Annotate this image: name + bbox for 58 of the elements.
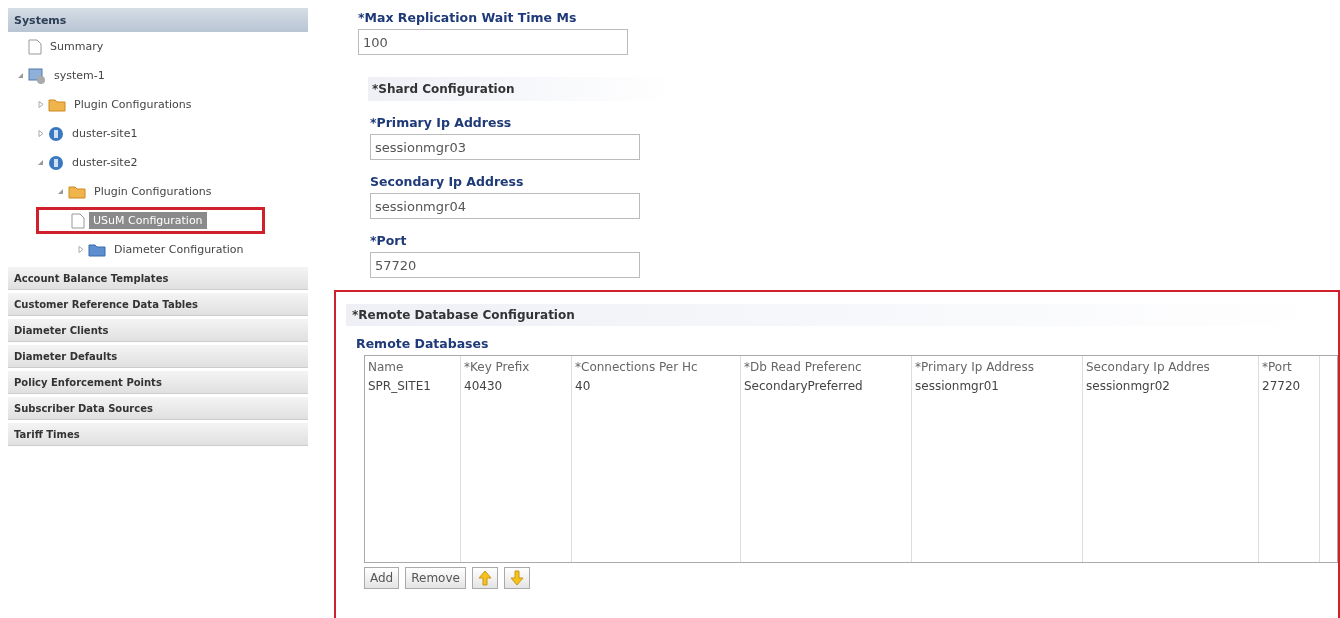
column-header[interactable]: Name <box>365 356 460 375</box>
column-header[interactable]: *Primary Ip Address <box>912 356 1082 375</box>
accordion-header[interactable]: Account Balance Templates <box>8 267 308 290</box>
accordion-header[interactable]: Systems <box>8 8 308 32</box>
expanded-arrow-icon[interactable] <box>38 159 44 166</box>
up-arrow-icon <box>477 570 492 586</box>
input-field[interactable]: sessionmgr03 <box>370 134 640 160</box>
accordion-header[interactable]: Policy Enforcement Points <box>8 371 308 394</box>
accordion-header[interactable]: Diameter Defaults <box>8 345 308 368</box>
input-field[interactable]: 57720 <box>370 252 640 278</box>
tree-item[interactable]: Summary <box>46 38 108 55</box>
cylinder-icon <box>48 154 64 171</box>
accordion-header[interactable]: Diameter Clients <box>8 319 308 342</box>
column-header[interactable]: *Port <box>1259 356 1319 375</box>
input-field[interactable]: sessionmgr04 <box>370 193 640 219</box>
table-cell-text: 40430 <box>463 378 504 394</box>
tree-item[interactable]: duster-site1 <box>68 125 142 142</box>
table-title: Remote Databases <box>356 336 490 351</box>
tree-item[interactable]: Plugin Configurations <box>70 96 196 113</box>
field-label: *Port <box>370 233 408 248</box>
column-header[interactable]: *Connections Per Hc <box>572 356 740 375</box>
folder-icon <box>88 242 106 257</box>
column-header[interactable]: *Key Prefix <box>461 356 571 375</box>
cylinder-icon <box>48 125 64 142</box>
expanded-arrow-icon[interactable] <box>18 72 24 79</box>
action-button[interactable]: Add <box>364 567 400 589</box>
collapsed-arrow-icon[interactable] <box>38 130 44 137</box>
table-cell-text: sessionmgr01 <box>914 378 1000 394</box>
column-header[interactable]: *Db Read Preferenc <box>741 356 911 375</box>
computer-icon <box>28 67 46 84</box>
accordion-header[interactable]: Customer Reference Data Tables <box>8 293 308 316</box>
collapsed-arrow-icon[interactable] <box>78 246 84 253</box>
accordion-header[interactable]: Tariff Times <box>8 423 308 446</box>
tree-item[interactable]: Diameter Configuration <box>110 241 248 258</box>
action-button[interactable]: Remove <box>405 567 466 589</box>
table-cell-text: SPR_SITE1 <box>367 378 432 394</box>
tree-item[interactable]: duster-site2 <box>68 154 142 171</box>
field-label: Secondary Ip Address <box>370 174 525 189</box>
folder-icon <box>68 184 86 199</box>
input-field[interactable]: 100 <box>358 29 628 55</box>
accordion-header[interactable]: Subscriber Data Sources <box>8 397 308 420</box>
document-icon <box>28 38 42 55</box>
column-header[interactable]: Secondary Ip Addres <box>1083 356 1258 375</box>
expanded-arrow-icon[interactable] <box>58 188 64 195</box>
field-label: *Primary Ip Address <box>370 115 513 130</box>
move-up-button[interactable] <box>471 567 498 589</box>
table-cell-text: sessionmgr02 <box>1085 378 1171 394</box>
tree-item[interactable]: system-1 <box>50 67 109 84</box>
collapsed-arrow-icon[interactable] <box>38 101 44 108</box>
tree-item[interactable]: Plugin Configurations <box>90 183 216 200</box>
folder-icon <box>48 97 66 112</box>
table-cell-text: SecondaryPreferred <box>743 378 864 394</box>
table-cell-text: 27720 <box>1261 378 1302 394</box>
document-icon <box>71 212 85 229</box>
table-cell-text: 40 <box>574 378 592 394</box>
down-arrow-icon <box>509 570 524 586</box>
field-label: *Max Replication Wait Time Ms <box>358 10 578 25</box>
move-down-button[interactable] <box>503 567 530 589</box>
